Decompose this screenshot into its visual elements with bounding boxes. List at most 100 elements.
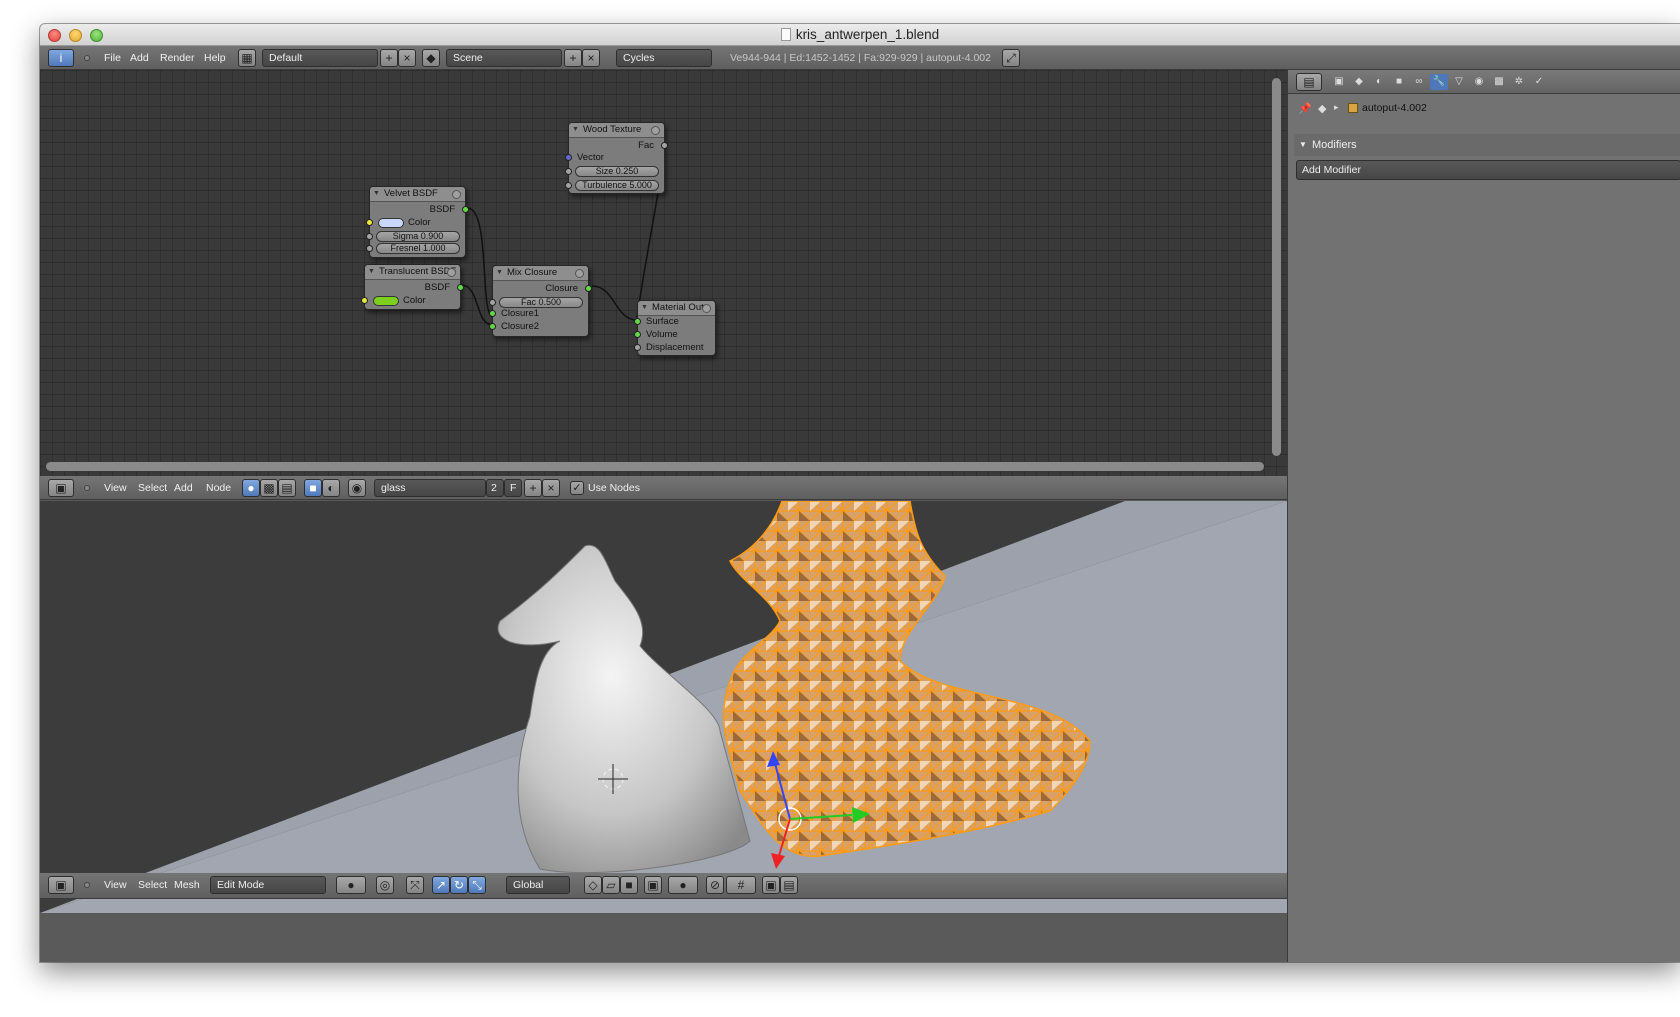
material-users-count[interactable]: 2	[486, 479, 504, 497]
node-editor-horizontal-scrollbar[interactable]	[46, 462, 1264, 471]
particles-tab-icon[interactable]: ✲	[1510, 74, 1528, 90]
render-tab-icon[interactable]: ▣	[1330, 74, 1348, 90]
new-material-button[interactable]: +	[524, 479, 542, 497]
scale-manipulator-icon[interactable]: ⤡	[468, 876, 486, 894]
input-socket-surface[interactable]	[634, 318, 641, 325]
compositing-nodes-icon[interactable]: ▤	[278, 479, 296, 497]
editor-type-info-button[interactable]: i	[48, 49, 74, 67]
render-still-icon[interactable]: ▣	[762, 876, 780, 894]
header-collapse-icon[interactable]	[84, 485, 90, 491]
delete-scene-button[interactable]: ×	[582, 49, 600, 67]
constraints-tab-icon[interactable]: ∞	[1410, 74, 1428, 90]
node-velvet-bsdf[interactable]: Velvet BSDF BSDF Color Sigma 0.900 Fresn…	[366, 186, 469, 258]
shader-nodes-icon[interactable]: ●	[242, 479, 260, 497]
menu-add[interactable]: Add	[174, 482, 193, 494]
world-shader-icon[interactable]: ◐	[322, 479, 340, 497]
fresnel-field[interactable]: Fresnel 1.000	[376, 243, 460, 254]
menu-select[interactable]: Select	[138, 482, 167, 494]
header-collapse-icon[interactable]	[84, 55, 90, 61]
menu-mesh[interactable]: Mesh	[174, 879, 200, 891]
menu-help[interactable]: Help	[204, 52, 226, 64]
mode-dropdown[interactable]: Edit Mode	[210, 876, 326, 894]
node-mix-closure[interactable]: Mix Closure Closure Fac 0.500 Closure1 C…	[489, 265, 592, 337]
output-socket-closure[interactable]	[585, 285, 592, 292]
material-tab-icon[interactable]: ◉	[1470, 74, 1488, 90]
input-socket-vector[interactable]	[565, 154, 572, 161]
size-field[interactable]: Size 0.250	[575, 166, 659, 177]
snap-element-dropdown[interactable]: #	[726, 876, 756, 894]
output-socket-bsdf[interactable]	[462, 206, 469, 213]
fac-field[interactable]: Fac 0.500	[499, 297, 583, 308]
use-nodes-checkbox[interactable]: ✓	[570, 481, 584, 495]
menu-render[interactable]: Render	[160, 52, 194, 64]
add-modifier-dropdown[interactable]: Add Modifier	[1296, 160, 1680, 180]
menu-view[interactable]: View	[104, 482, 127, 494]
scene-icon[interactable]: ◆	[422, 49, 440, 67]
manipulator-toggle-icon[interactable]: ⤧	[406, 876, 424, 894]
node-editor-vertical-scrollbar[interactable]	[1272, 78, 1281, 456]
node-translucent-bsdf[interactable]: Translucent BSDF BSDF Color	[361, 264, 464, 310]
object-tab-icon[interactable]: ■	[1390, 74, 1408, 90]
editor-type-properties-button[interactable]: ▤	[1296, 73, 1322, 91]
input-socket-sigma[interactable]	[366, 233, 373, 240]
input-socket-fac[interactable]	[489, 299, 496, 306]
snap-toggle-icon[interactable]: ⊘	[706, 876, 724, 894]
rotate-manipulator-icon[interactable]: ↻	[450, 876, 468, 894]
menu-node[interactable]: Node	[206, 482, 231, 494]
node-editor[interactable]: Wood Texture Fac Vector Size 0.250 Turbu…	[40, 70, 1287, 476]
modifiers-tab-icon[interactable]: 🔧	[1430, 74, 1448, 90]
sigma-field[interactable]: Sigma 0.900	[376, 231, 460, 242]
menu-file[interactable]: File	[104, 52, 121, 64]
3d-viewport[interactable]	[40, 501, 1287, 913]
transform-orientation-dropdown[interactable]: Global	[506, 876, 570, 894]
add-scene-button[interactable]: +	[564, 49, 582, 67]
texture-nodes-icon[interactable]: ▩	[260, 479, 278, 497]
output-socket-bsdf[interactable]	[457, 284, 464, 291]
proportional-editing-dropdown[interactable]: ●	[668, 876, 698, 894]
render-animation-icon[interactable]: ▤	[780, 876, 798, 894]
material-name-field[interactable]: glass	[374, 479, 486, 497]
input-socket-turbulence[interactable]	[565, 182, 572, 189]
editor-type-node-button[interactable]: ▣	[48, 479, 74, 497]
limit-selection-icon[interactable]: ▣	[644, 876, 662, 894]
input-socket-color[interactable]	[361, 297, 368, 304]
delete-screen-button[interactable]: ×	[398, 49, 416, 67]
input-socket-size[interactable]	[565, 168, 572, 175]
input-socket-color[interactable]	[366, 219, 373, 226]
editor-type-3d-view-button[interactable]: ▣	[48, 876, 74, 894]
turbulence-field[interactable]: Turbulence 5.000	[575, 180, 659, 191]
menu-add[interactable]: Add	[130, 52, 149, 64]
translate-manipulator-icon[interactable]: ↗	[432, 876, 450, 894]
velvet-color-swatch[interactable]	[378, 218, 404, 228]
pivot-point-icon[interactable]: ◎	[376, 876, 394, 894]
face-select-icon[interactable]: ■	[620, 876, 638, 894]
object-shader-icon[interactable]: ■	[304, 479, 322, 497]
pin-icon[interactable]: 📌	[1298, 102, 1312, 115]
edge-select-icon[interactable]: ▱	[602, 876, 620, 894]
texture-tab-icon[interactable]: ▩	[1490, 74, 1508, 90]
modifiers-panel-header[interactable]: Modifiers	[1294, 134, 1680, 156]
add-screen-button[interactable]: +	[380, 49, 398, 67]
input-socket-closure2[interactable]	[489, 323, 496, 330]
menu-view[interactable]: View	[104, 879, 127, 891]
physics-tab-icon[interactable]: ✓	[1530, 74, 1548, 90]
material-icon[interactable]: ◉	[348, 479, 366, 497]
scene-field[interactable]: Scene	[446, 49, 562, 67]
render-engine-dropdown[interactable]: Cycles	[616, 49, 712, 67]
screen-layout-field[interactable]: Default	[262, 49, 378, 67]
scene-tab-icon[interactable]: ◆	[1350, 74, 1368, 90]
node-wood-texture[interactable]: Wood Texture Fac Vector Size 0.250 Turbu…	[565, 122, 668, 194]
unlink-material-button[interactable]: ×	[542, 479, 560, 497]
world-tab-icon[interactable]: ◐	[1370, 74, 1388, 90]
input-socket-closure1[interactable]	[489, 310, 496, 317]
output-socket-fac[interactable]	[661, 142, 668, 149]
data-tab-icon[interactable]: ▽	[1450, 74, 1468, 90]
screen-layout-icon[interactable]: ▦	[238, 49, 256, 67]
translucent-color-swatch[interactable]	[373, 296, 399, 306]
viewport-shading-dropdown[interactable]: ●	[336, 876, 366, 894]
node-material-output[interactable]: Material Out Surface Volume Displacement	[634, 300, 716, 356]
input-socket-displacement[interactable]	[634, 344, 641, 351]
fake-user-button[interactable]: F	[504, 479, 522, 497]
input-socket-fresnel[interactable]	[366, 245, 373, 252]
fullscreen-toggle-icon[interactable]: ⤢	[1002, 49, 1020, 67]
